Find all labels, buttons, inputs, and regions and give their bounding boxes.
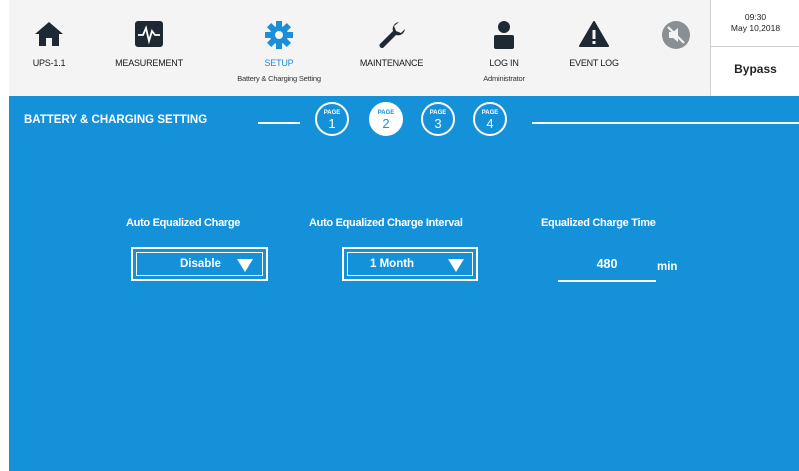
- wrench-icon: [379, 22, 405, 48]
- page-button-2[interactable]: PAGE 2: [369, 102, 403, 136]
- top-toolbar: UPS-1.1 MEASUREMENT SETUP Battery & Char…: [9, 0, 799, 96]
- ups-mode: Bypass: [734, 62, 777, 76]
- status-panel: 09:30 May 10,2018 Bypass: [710, 0, 799, 96]
- dropdown-arrow-icon: [237, 259, 253, 272]
- clock-date: May 10,2018: [730, 23, 781, 33]
- toolbar-item-setup[interactable]: SETUP Battery & Charging Setting: [224, 0, 334, 96]
- eq-charge-time-label: Equalized Charge Time: [541, 217, 656, 229]
- gear-icon: [265, 21, 293, 49]
- waveform-icon: [135, 21, 163, 47]
- toolbar-sublabel-login: Administrator: [483, 74, 525, 83]
- page-button-3[interactable]: PAGE 3: [421, 102, 455, 136]
- toolbar-item-login[interactable]: LOG IN Administrator: [464, 0, 544, 96]
- toolbar-label-login: LOG IN: [489, 58, 519, 68]
- auto-eq-interval-label: Auto Equalized Charge Interval: [309, 217, 463, 229]
- eq-charge-time-unit: min: [657, 261, 678, 273]
- toolbar-item-measurement[interactable]: MEASUREMENT: [109, 0, 189, 96]
- toolbar-label-measurement: MEASUREMENT: [115, 58, 183, 68]
- dropdown-value: Disable: [180, 258, 221, 270]
- input-underline: [558, 280, 656, 282]
- title-divider-left: [258, 122, 300, 124]
- toolbar-label-eventlog: EVENT LOG: [569, 58, 619, 68]
- toolbar-sublabel-setup: Battery & Charging Setting: [237, 74, 321, 83]
- clock-time: 09:30: [744, 12, 767, 22]
- mute-icon: [662, 21, 690, 49]
- user-icon: [494, 21, 514, 49]
- auto-eq-interval-dropdown[interactable]: 1 Month: [342, 247, 478, 281]
- auto-eq-charge-dropdown[interactable]: Disable: [131, 247, 268, 281]
- settings-panel: BATTERY & CHARGING SETTING PAGE 1 PAGE 2…: [9, 96, 799, 471]
- page-button-4[interactable]: PAGE 4: [473, 102, 507, 136]
- page-number: 1: [328, 116, 336, 131]
- page-button-1[interactable]: PAGE 1: [315, 102, 349, 136]
- toolbar-item-eventlog[interactable]: EVENT LOG: [559, 0, 629, 96]
- section-title: BATTERY & CHARGING SETTING: [24, 114, 208, 126]
- warning-icon: [579, 21, 609, 47]
- status-time: 09:30 May 10,2018: [711, 12, 799, 34]
- toolbar-item-ups[interactable]: UPS-1.1: [19, 0, 79, 96]
- auto-eq-charge-label: Auto Equalized Charge: [126, 217, 241, 229]
- eq-charge-time-input[interactable]: 480: [558, 252, 656, 282]
- toolbar-label-maintenance: MAINTENANCE: [359, 58, 424, 68]
- status-divider: [711, 46, 799, 47]
- home-icon: [35, 22, 63, 46]
- toolbar-label-ups: UPS-1.1: [32, 58, 66, 68]
- mute-button[interactable]: [659, 0, 693, 96]
- page-number: 4: [486, 116, 494, 131]
- page-number: 3: [434, 116, 442, 131]
- page-number: 2: [382, 116, 390, 131]
- input-value: 480: [596, 257, 618, 271]
- dropdown-arrow-icon: [448, 259, 464, 272]
- title-divider-right: [532, 122, 799, 124]
- toolbar-item-maintenance[interactable]: MAINTENANCE: [344, 0, 439, 96]
- toolbar-label-setup: SETUP: [264, 58, 294, 68]
- ui-frame: UPS-1.1 MEASUREMENT SETUP Battery & Char…: [9, 0, 799, 471]
- dropdown-value: 1 Month: [370, 258, 415, 270]
